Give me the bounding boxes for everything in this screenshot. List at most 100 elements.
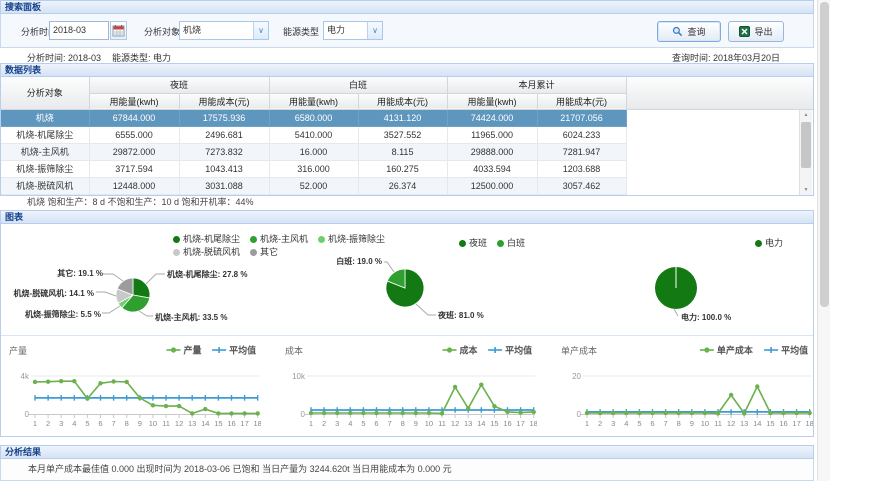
svg-text:2: 2 (322, 419, 326, 428)
chevron-down-icon[interactable]: ∨ (253, 22, 268, 39)
summary-energy-type: 能源类型: 电力 (112, 51, 171, 64)
legend-item[interactable]: 夜班 (459, 237, 487, 250)
legend-item[interactable]: 其它 (250, 246, 278, 259)
production-note: 机烧 饱和生产：8 d 不饱和生产：10 d 饱和开机率：44% (0, 196, 814, 210)
svg-text:4: 4 (624, 419, 628, 428)
svg-text:13: 13 (188, 419, 196, 428)
svg-text:平均值: 平均值 (781, 345, 808, 356)
svg-text:平均值: 平均值 (505, 345, 532, 356)
analysis-object-label: 分析对象 (144, 25, 180, 38)
col-header-filler (626, 77, 813, 109)
svg-text:13: 13 (740, 419, 748, 428)
svg-text:10: 10 (425, 419, 433, 428)
analysis-time-value: 2018-03 (53, 25, 86, 35)
page-scrollbar-thumb[interactable] (820, 2, 829, 307)
table-filler (626, 109, 813, 194)
energy-analysis-page: 搜索面板 分析时间 2018-03 分析对象 机烧 ∨ 能源类型 电力 (0, 0, 814, 481)
svg-text:4k: 4k (21, 372, 30, 381)
cost-line-chart: 成本成本平均值10k0123456789101112131415161718 (285, 340, 537, 436)
col-header-cost[interactable]: 用能成本(元) (179, 93, 269, 109)
svg-text:4: 4 (348, 419, 352, 428)
svg-text:10: 10 (701, 419, 709, 428)
col-group-night[interactable]: 夜班 (89, 77, 269, 93)
charts-panel-title: 图表 (5, 212, 23, 222)
svg-text:11: 11 (714, 419, 722, 428)
table-scrollbar[interactable]: ▲ ▼ (799, 110, 812, 195)
scroll-up-icon[interactable]: ▲ (800, 110, 812, 120)
pie-label: 夜班: 81.0 % (438, 310, 484, 321)
svg-text:8: 8 (677, 419, 681, 428)
analysis-result-header: 分析结果 (0, 445, 814, 459)
col-header-energy[interactable]: 用能量(kwh) (269, 93, 358, 109)
svg-text:单产成本: 单产成本 (717, 345, 754, 356)
data-list-header: 数据列表 (0, 63, 814, 77)
svg-text:2: 2 (46, 419, 50, 428)
query-button[interactable]: 查询 (657, 21, 721, 42)
svg-text:4: 4 (72, 419, 76, 428)
page-scrollbar[interactable] (817, 0, 830, 481)
table-scrollbar-thumb[interactable] (801, 122, 811, 168)
svg-text:18: 18 (254, 419, 261, 428)
production-line-chart: 产量产量平均值4k0123456789101112131415161718 (9, 340, 261, 436)
legend-item[interactable]: 机烧-脱硫风机 (173, 246, 240, 259)
svg-text:产量: 产量 (184, 345, 202, 356)
summary-analysis-time: 分析时间: 2018-03 (27, 51, 101, 64)
svg-text:11: 11 (162, 419, 170, 428)
legend-item[interactable]: 机烧-振筛除尘 (318, 233, 385, 246)
pie-label: 电力: 100.0 % (681, 312, 731, 323)
svg-text:16: 16 (503, 419, 511, 428)
col-header-cost[interactable]: 用能成本(元) (358, 93, 447, 109)
svg-text:10: 10 (149, 419, 157, 428)
svg-text:17: 17 (792, 419, 800, 428)
table-row-selected[interactable]: 机烧67844.000 17575.9366580.000 4131.12074… (1, 109, 813, 126)
search-icon (672, 26, 683, 37)
col-group-month[interactable]: 本月累计 (447, 77, 626, 93)
pie3-legend: 电力 (755, 237, 793, 250)
energy-type-select[interactable]: 电力 ∨ (323, 21, 383, 40)
svg-text:13: 13 (464, 419, 472, 428)
col-header-energy[interactable]: 用能量(kwh) (447, 93, 537, 109)
calendar-icon-glyph (112, 24, 125, 37)
chevron-down-icon[interactable]: ∨ (367, 22, 382, 39)
legend-dot-icon (250, 249, 257, 256)
data-list-title: 数据列表 (5, 65, 41, 75)
svg-text:17: 17 (240, 419, 248, 428)
svg-text:0: 0 (577, 410, 582, 419)
legend-item[interactable]: 电力 (755, 237, 783, 250)
export-button-label: 导出 (754, 25, 772, 38)
svg-text:7: 7 (664, 419, 668, 428)
svg-text:20: 20 (572, 372, 581, 381)
pie-label: 机烧-振筛除尘: 5.5 % (6, 309, 101, 320)
line-charts-row: 产量产量平均值4k0123456789101112131415161718 成本… (1, 336, 813, 436)
svg-text:12: 12 (175, 419, 183, 428)
svg-text:15: 15 (490, 419, 498, 428)
legend-dot-icon (459, 240, 466, 247)
legend-item[interactable]: 机烧-机尾除尘 (173, 233, 240, 246)
charts-body: 机烧-机尾除尘机烧-主风机机烧-振筛除尘机烧-脱硫风机其它 夜班白班 电力 其它… (0, 224, 814, 437)
legend-item[interactable]: 白班 (497, 237, 525, 250)
calendar-icon[interactable] (110, 21, 127, 40)
svg-text:8: 8 (125, 419, 129, 428)
pie2-legend: 夜班白班 (459, 237, 535, 250)
col-header-object[interactable]: 分析对象 (1, 77, 89, 109)
svg-text:成本: 成本 (285, 345, 303, 356)
charts-panel-header: 图表 (0, 210, 814, 224)
pie-charts-row: 机烧-机尾除尘机烧-主风机机烧-振筛除尘机烧-脱硫风机其它 夜班白班 电力 其它… (1, 224, 813, 336)
svg-text:1: 1 (309, 419, 313, 428)
analysis-object-select[interactable]: 机烧 ∨ (179, 21, 269, 40)
col-header-cost[interactable]: 用能成本(元) (537, 93, 626, 109)
svg-text:18: 18 (806, 419, 813, 428)
legend-item[interactable]: 机烧-主风机 (250, 233, 308, 246)
data-table: 分析对象 夜班 白班 本月累计 用能量(kwh) 用能成本(元) 用能量(kwh… (0, 77, 814, 196)
svg-text:产量: 产量 (9, 345, 27, 356)
scroll-down-icon[interactable]: ▼ (800, 185, 812, 195)
export-button[interactable]: 导出 (728, 21, 784, 42)
svg-text:12: 12 (451, 419, 459, 428)
analysis-time-input[interactable]: 2018-03 (49, 21, 109, 40)
col-group-day[interactable]: 白班 (269, 77, 447, 93)
svg-text:5: 5 (637, 419, 641, 428)
svg-text:平均值: 平均值 (229, 345, 256, 356)
svg-text:5: 5 (361, 419, 365, 428)
svg-text:14: 14 (477, 419, 485, 428)
col-header-energy[interactable]: 用能量(kwh) (89, 93, 179, 109)
